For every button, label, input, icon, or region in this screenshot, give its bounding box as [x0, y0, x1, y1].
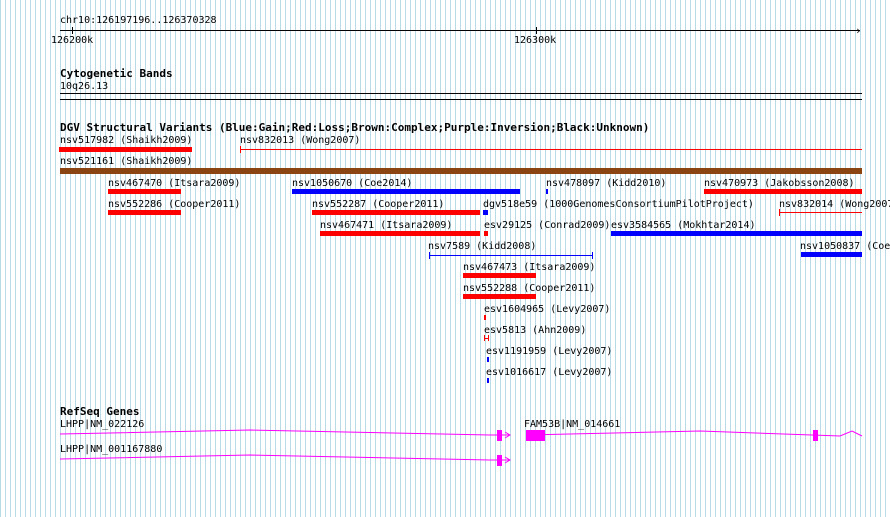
genome-browser-track-view: chr10:126197196..126370328 › 126200k 126… [0, 0, 890, 517]
gene-LHPP-NM_022126[interactable] [59, 429, 511, 441]
gene-models [59, 429, 863, 466]
gene-FAM53B-NM_014661[interactable] [525, 430, 863, 441]
gene-LHPP-NM_001167880[interactable] [59, 454, 511, 466]
